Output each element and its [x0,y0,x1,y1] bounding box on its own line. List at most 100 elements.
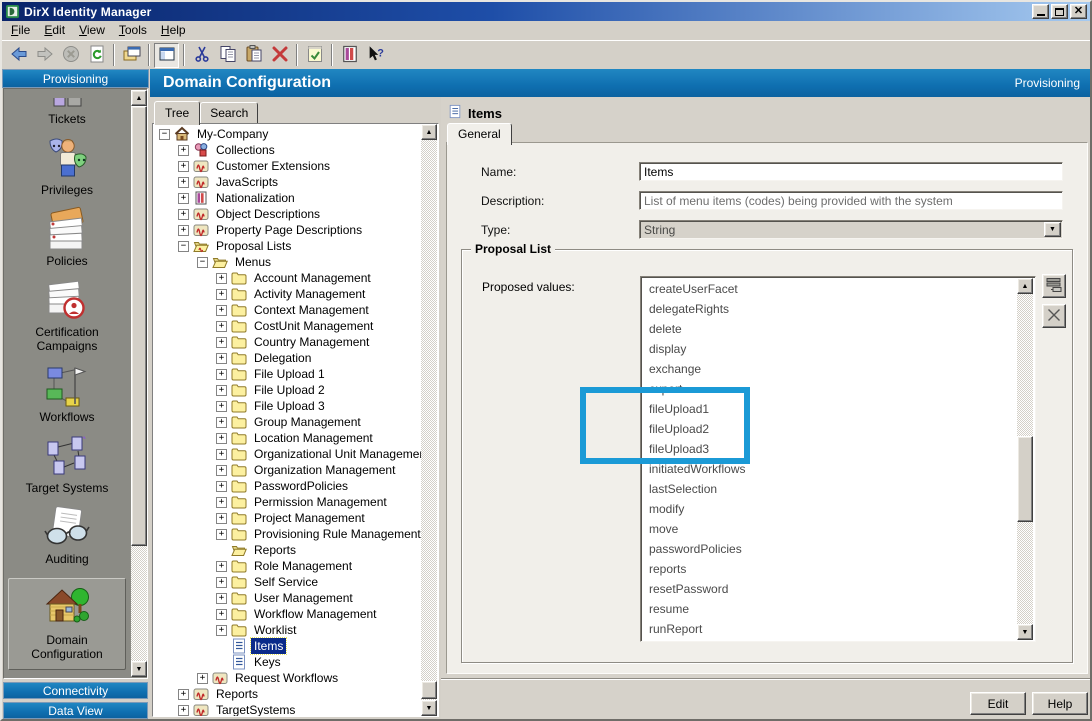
tree-expander-icon[interactable]: + [216,625,227,636]
description-field[interactable] [639,191,1063,210]
proposed-values-listbox[interactable]: createUserFacetdelegateRightsdeletedispl… [640,276,1036,642]
scroll-down-icon[interactable]: ▼ [1017,624,1033,640]
help-button[interactable]: Help [1032,692,1088,715]
list-item[interactable]: display [643,339,1017,359]
sidebar-item-policies[interactable]: Policies [8,206,126,268]
tree-node[interactable]: +Country Management [153,334,421,350]
tree-expander-icon[interactable]: + [178,161,189,172]
tree-expander-icon[interactable]: + [216,289,227,300]
sidebar-item-tickets[interactable]: Tickets [8,98,126,126]
tree-expander-icon[interactable]: + [178,193,189,204]
sidebar-tab-connectivity[interactable]: Connectivity [3,682,148,699]
book-button[interactable] [337,43,362,68]
tree-node[interactable]: +Organizational Unit Management [153,446,421,462]
tree-node[interactable]: +JavaScripts [153,174,421,190]
tree-expander-icon[interactable]: − [159,129,170,140]
delete-button[interactable] [267,43,292,68]
tree-node[interactable]: +Request Workflows [153,670,421,686]
scroll-up-icon[interactable]: ▲ [421,124,437,140]
scroll-down-icon[interactable]: ▼ [421,700,437,716]
list-item[interactable]: modify [643,499,1017,519]
tree-node[interactable]: −Proposal Lists [153,238,421,254]
sidebar-item-certification-campaigns[interactable]: Certification Campaigns [8,277,126,353]
tree-expander-icon[interactable]: + [216,497,227,508]
tree-expander-icon[interactable]: + [216,417,227,428]
menu-file[interactable]: File [4,21,37,40]
tab-search[interactable]: Search [200,102,258,123]
tree-node[interactable]: +Reports [153,686,421,702]
tree-node[interactable]: +Account Management [153,270,421,286]
tree-expander-icon[interactable]: + [178,705,189,716]
name-field[interactable] [639,162,1063,181]
back-button[interactable] [6,43,31,68]
tree-expander-icon[interactable]: − [178,241,189,252]
tree-expander-icon[interactable]: + [216,273,227,284]
tree-expander-icon[interactable]: + [178,177,189,188]
scrollbar-thumb[interactable] [131,106,147,546]
list-item[interactable]: createUserFacet [643,279,1017,299]
tree-expander-icon[interactable]: + [216,353,227,364]
title-bar[interactable]: DirX Identity Manager ✕ [2,2,1090,21]
tree-expander-icon[interactable]: + [216,561,227,572]
tree-node[interactable]: +File Upload 1 [153,366,421,382]
tree-node[interactable]: Keys [153,654,421,670]
maximize-button[interactable] [1051,4,1068,19]
scroll-up-icon[interactable]: ▲ [1017,278,1033,294]
tree-expander-icon[interactable]: + [216,305,227,316]
list-item[interactable]: resetPassword [643,579,1017,599]
list-item[interactable]: passwordPolicies [643,539,1017,559]
tree-node[interactable]: +Self Service [153,574,421,590]
edit-button[interactable]: Edit [970,692,1026,715]
tree-expander-icon[interactable]: + [216,433,227,444]
list-item[interactable]: export [643,379,1017,399]
tree-expander-icon[interactable]: − [197,257,208,268]
tree-node[interactable]: +Customer Extensions [153,158,421,174]
tree-node[interactable]: +Nationalization [153,190,421,206]
list-item[interactable]: lastSelection [643,479,1017,499]
tree-node[interactable]: +TargetSystems [153,702,421,716]
tree-node[interactable]: −My-Company [153,126,421,142]
tree-node[interactable]: −Menus [153,254,421,270]
cut-button[interactable] [189,43,214,68]
tree-node[interactable]: +Collections [153,142,421,158]
tree-expander-icon[interactable]: + [216,369,227,380]
tree-expander-icon[interactable]: + [216,337,227,348]
edit-list-button[interactable] [1042,274,1066,298]
tree-node[interactable]: +User Management [153,590,421,606]
tree-node[interactable]: +Location Management [153,430,421,446]
tree-scrollbar[interactable]: ▲ ▼ [421,124,438,716]
tree-node[interactable]: Items [153,638,421,654]
tree-expander-icon[interactable]: + [216,593,227,604]
tree-node[interactable]: +Activity Management [153,286,421,302]
sidebar-tab-data-view[interactable]: Data View [3,702,148,719]
sidebar-item-target-systems[interactable]: Target Systems [8,433,126,495]
tree-node[interactable]: +File Upload 2 [153,382,421,398]
scroll-down-icon[interactable]: ▼ [131,661,147,677]
tree-expander-icon[interactable]: + [178,225,189,236]
tree-node[interactable]: +Worklist [153,622,421,638]
scrollbar-thumb[interactable] [1017,436,1033,522]
refresh-button[interactable] [84,43,109,68]
scrollbar-thumb[interactable] [421,681,437,699]
tree-expander-icon[interactable]: + [216,481,227,492]
menu-view[interactable]: View [72,21,112,40]
tree-expander-icon[interactable]: + [178,689,189,700]
sidebar-item-workflows[interactable]: Workflows [8,362,126,424]
tree-node[interactable]: +Group Management [153,414,421,430]
list-item[interactable]: fileUpload1 [643,399,1017,419]
tree-expander-icon[interactable]: + [216,465,227,476]
tree-node[interactable]: +Workflow Management [153,606,421,622]
scroll-up-icon[interactable]: ▲ [131,90,147,106]
list-item[interactable]: move [643,519,1017,539]
tree-expander-icon[interactable]: + [216,321,227,332]
tree-node[interactable]: +Role Management [153,558,421,574]
paste-button[interactable] [241,43,266,68]
menu-edit[interactable]: Edit [37,21,72,40]
tree-expander-icon[interactable]: + [216,577,227,588]
tree-node[interactable]: +Delegation [153,350,421,366]
tree-expander-icon[interactable]: + [178,209,189,220]
tree-expander-icon[interactable]: + [216,449,227,460]
tree-expander-icon[interactable]: + [216,609,227,620]
panel-view-button[interactable] [154,43,179,68]
tree-node[interactable]: +Project Management [153,510,421,526]
